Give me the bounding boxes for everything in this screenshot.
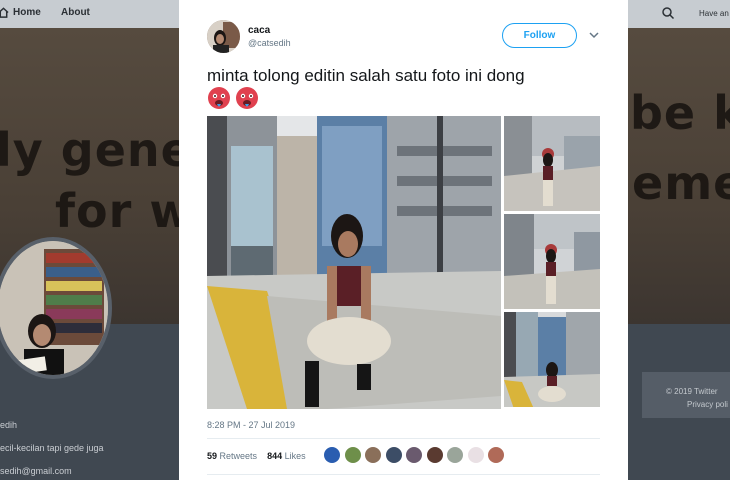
retweets-count[interactable]: 59 — [207, 451, 217, 461]
tweet-emoji-row — [207, 86, 259, 110]
street-photo — [207, 116, 501, 409]
street-photo-3 — [504, 214, 600, 309]
search-icon[interactable] — [661, 6, 675, 20]
divider — [207, 474, 600, 475]
banner-text-4: emes — [632, 156, 730, 210]
banner-text-2: for w — [55, 184, 193, 238]
follow-button[interactable]: Follow — [502, 23, 577, 48]
retweets-label[interactable]: Retweets — [220, 451, 258, 461]
tweet-author-avatar[interactable] — [207, 20, 240, 53]
liker-avatar[interactable] — [385, 447, 402, 463]
nav-about[interactable]: About — [61, 7, 90, 18]
nav-home-label: Home — [13, 7, 41, 18]
liker-avatar[interactable] — [467, 447, 484, 463]
likes-label[interactable]: Likes — [285, 451, 306, 461]
profile-bio: ecil-kecilan tapi gede juga — [0, 443, 104, 453]
tweet-modal: caca @catsedih Follow minta tolong editi… — [179, 0, 628, 480]
street-photo-2 — [504, 116, 600, 211]
tweet-photo-2[interactable] — [504, 116, 600, 211]
street-photo-4 — [504, 312, 600, 407]
liker-avatar[interactable] — [324, 447, 340, 463]
nav-home[interactable]: Home — [0, 7, 41, 18]
tweet-photo-3[interactable] — [504, 214, 600, 309]
footer-privacy-link[interactable]: Privacy poli — [687, 400, 728, 409]
liker-avatar[interactable] — [447, 447, 463, 463]
liker-avatar[interactable] — [426, 447, 443, 463]
tweet-author-name[interactable]: caca — [248, 25, 270, 36]
account-prompt-text: Have an — [699, 9, 729, 18]
tweet-photo-main[interactable] — [207, 116, 501, 409]
likes-count[interactable]: 844 — [267, 451, 282, 461]
author-avatar-photo — [207, 20, 240, 53]
profile-name: edih — [0, 420, 18, 430]
nav-about-label: About — [61, 7, 90, 18]
liker-avatar[interactable] — [488, 447, 504, 463]
tweet-timestamp[interactable]: 8:28 PM - 27 Jul 2019 — [207, 420, 295, 430]
home-icon — [0, 7, 9, 18]
liker-avatar[interactable] — [406, 447, 422, 463]
banner-text-3: be kn — [630, 86, 730, 140]
profile-email-link[interactable]: sedih@gmail.com — [0, 466, 72, 476]
liker-avatar[interactable] — [344, 447, 361, 463]
divider — [207, 438, 600, 439]
tweet-text: minta tolong editin salah satu foto ini … — [207, 66, 525, 85]
tweet-stats: 59 Retweets 844 Likes — [207, 451, 306, 461]
hot-face-emoji-icon — [208, 87, 230, 109]
tweet-photo-4[interactable] — [504, 312, 600, 407]
chevron-down-icon[interactable] — [589, 31, 599, 39]
tweet-author-handle[interactable]: @catsedih — [248, 38, 291, 48]
liker-avatar[interactable] — [365, 447, 381, 463]
hot-face-emoji-icon — [236, 87, 258, 109]
footer-copyright: © 2019 Twitter — [666, 387, 718, 396]
